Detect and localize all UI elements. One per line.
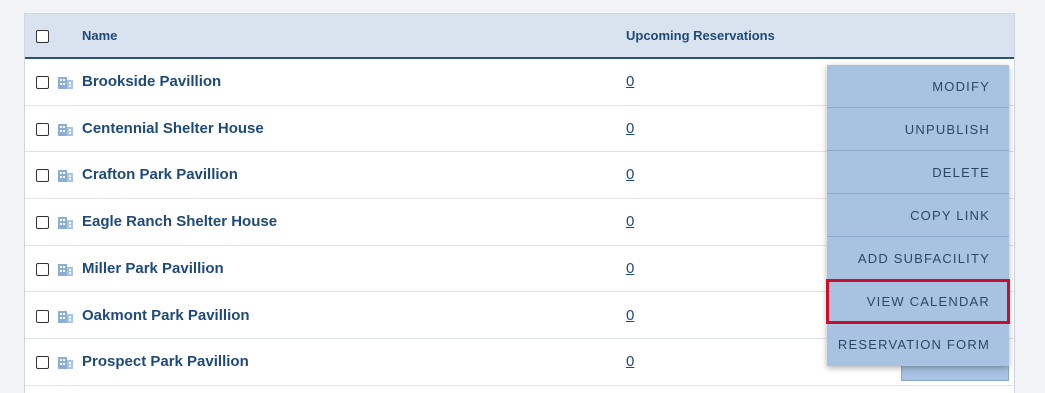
menu-item-reservation-form[interactable]: RESERVATION FORM xyxy=(827,323,1009,366)
menu-item-modify[interactable]: MODIFY xyxy=(827,65,1009,108)
upcoming-reservations-link[interactable]: 0 xyxy=(626,260,634,277)
menu-item-add-subfacility[interactable]: ADD SUBFACILITY xyxy=(827,237,1009,280)
table-header: Name Upcoming Reservations xyxy=(25,14,1014,59)
select-all-checkbox[interactable] xyxy=(36,30,49,43)
facility-name-link[interactable]: Centennial Shelter House xyxy=(82,120,264,137)
row-checkbox[interactable] xyxy=(36,169,49,183)
building-icon xyxy=(58,123,73,136)
row-checkbox[interactable] xyxy=(36,309,49,323)
building-icon xyxy=(58,357,73,370)
building-icon xyxy=(58,170,73,183)
upcoming-reservations-link[interactable]: 0 xyxy=(626,120,634,137)
row-checkbox[interactable] xyxy=(36,76,49,89)
upcoming-reservations-link[interactable]: 0 xyxy=(626,73,634,90)
row-actions-menu: MODIFY UNPUBLISH DELETE COPY LINK ADD SU… xyxy=(826,65,1010,366)
menu-item-delete[interactable]: DELETE xyxy=(827,151,1009,194)
row-checkbox[interactable] xyxy=(36,122,49,136)
menu-item-unpublish[interactable]: UNPUBLISH xyxy=(827,108,1009,151)
facility-name-link[interactable]: Oakmont Park Pavillion xyxy=(82,307,250,324)
building-icon xyxy=(58,263,73,276)
menu-item-view-calendar[interactable]: VIEW CALENDAR xyxy=(826,279,1010,324)
facility-name-link[interactable]: Miller Park Pavillion xyxy=(82,260,224,277)
row-checkbox[interactable] xyxy=(36,216,49,230)
upcoming-reservations-link[interactable]: 0 xyxy=(626,213,634,230)
facility-name-link[interactable]: Crafton Park Pavillion xyxy=(82,166,238,183)
upcoming-reservations-link[interactable]: 0 xyxy=(626,307,634,324)
facility-name-link[interactable]: Eagle Ranch Shelter House xyxy=(82,213,277,230)
building-icon xyxy=(58,77,73,89)
actions-button-partial[interactable] xyxy=(901,365,1009,381)
menu-item-copy-link[interactable]: COPY LINK xyxy=(827,194,1009,237)
row-checkbox[interactable] xyxy=(36,262,49,276)
facility-name-link[interactable]: Brookside Pavillion xyxy=(82,73,221,90)
facility-name-link[interactable]: Prospect Park Pavillion xyxy=(82,353,249,370)
upcoming-reservations-link[interactable]: 0 xyxy=(626,353,634,370)
building-icon xyxy=(58,217,73,230)
building-icon xyxy=(58,310,73,323)
column-header-name[interactable]: Name xyxy=(82,28,117,43)
row-checkbox[interactable] xyxy=(36,356,49,370)
column-header-upcoming[interactable]: Upcoming Reservations xyxy=(626,28,775,43)
upcoming-reservations-link[interactable]: 0 xyxy=(626,166,634,183)
